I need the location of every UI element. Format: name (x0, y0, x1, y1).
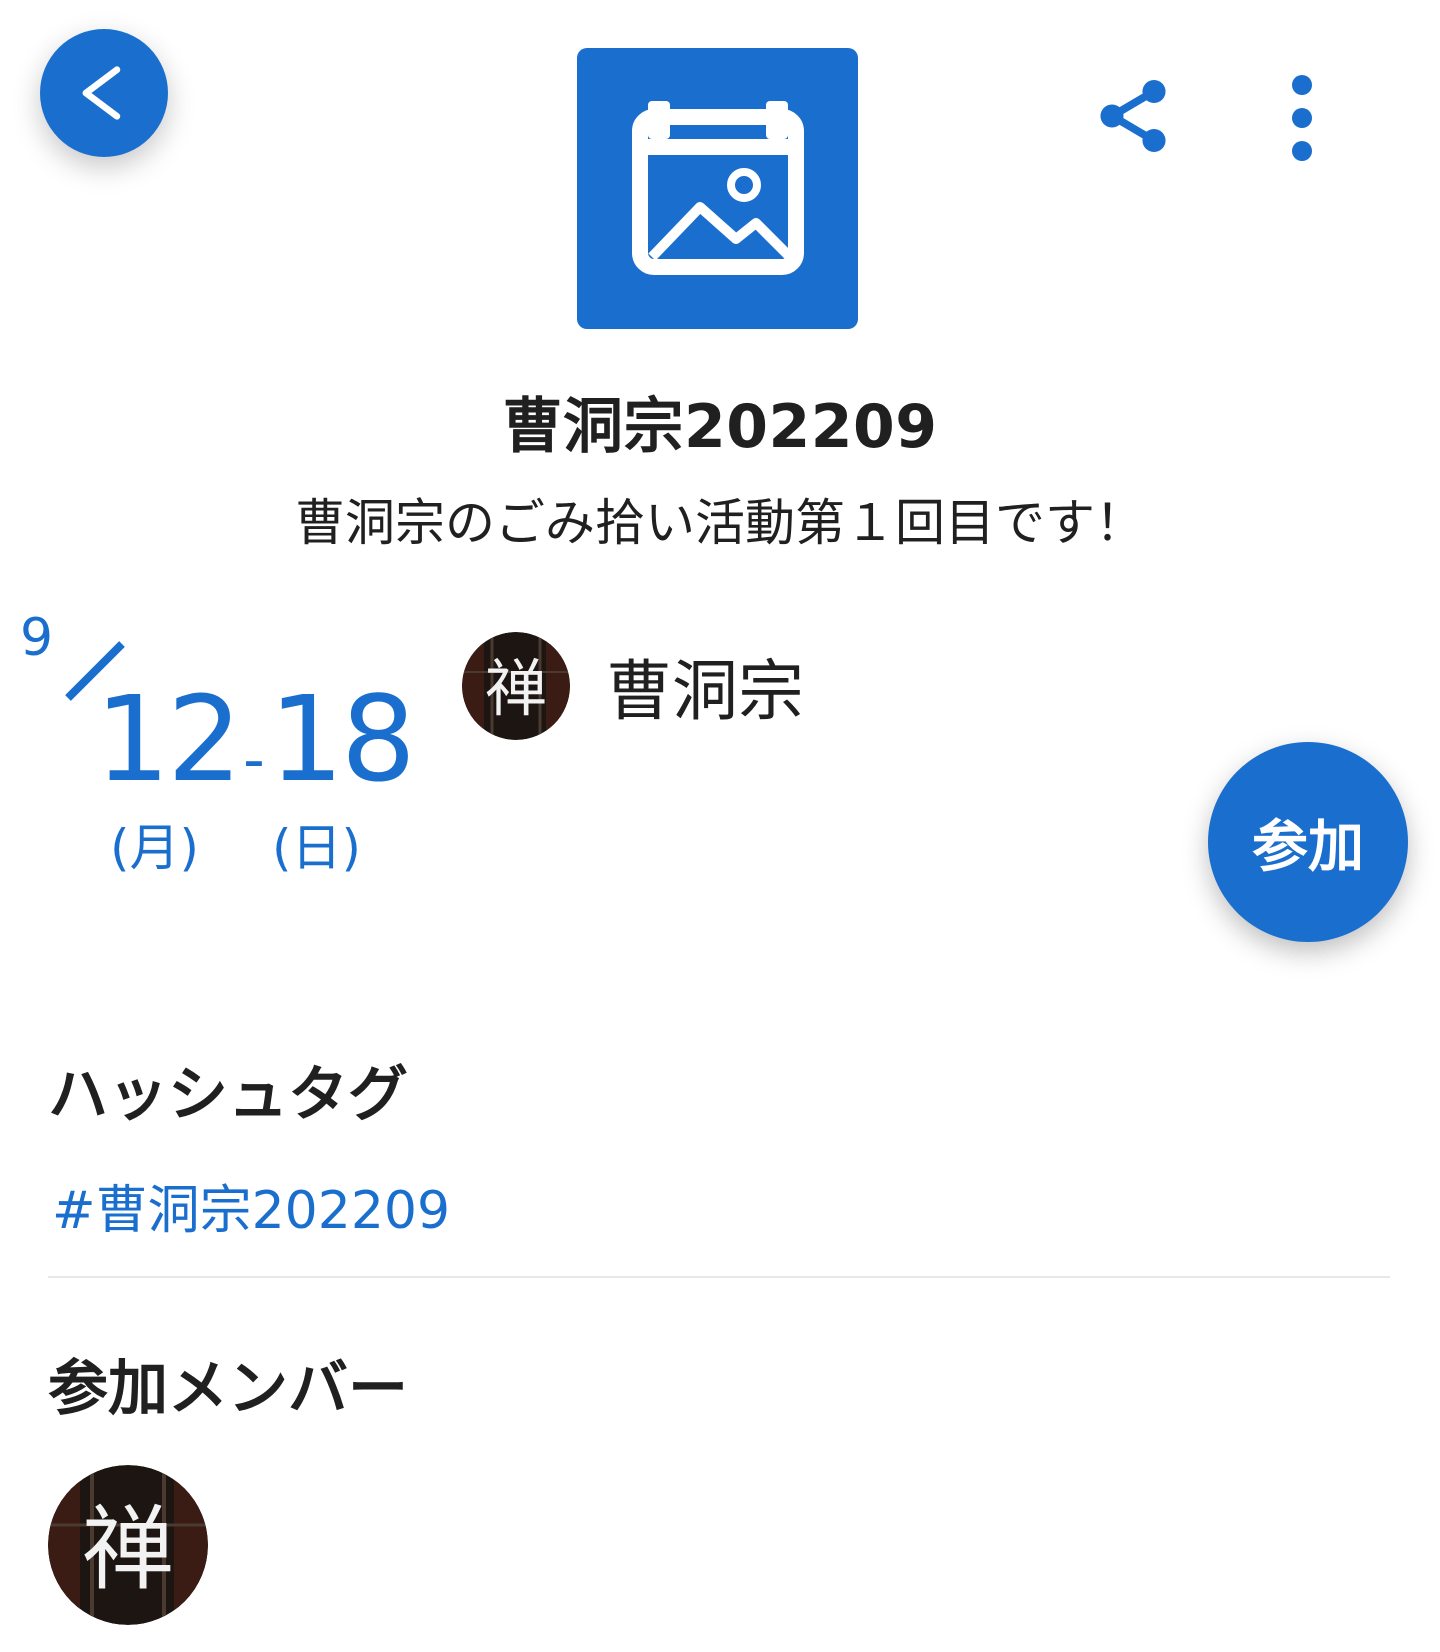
back-button[interactable] (40, 29, 168, 157)
calendar-image-icon (631, 100, 804, 275)
chevron-left-icon (82, 66, 121, 120)
share-button[interactable] (1085, 68, 1181, 164)
more-vertical-icon (1292, 75, 1312, 161)
share-icon (1100, 79, 1166, 153)
more-options-button[interactable] (1270, 68, 1334, 168)
date-end-day: 18 (268, 670, 416, 808)
event-image (577, 48, 858, 329)
join-button[interactable]: 参加 (1208, 742, 1408, 942)
event-title: 曹洞宗202209 (502, 392, 938, 462)
hashtag-heading: ハッシュタグ (48, 1060, 408, 1130)
date-start-weekday: (月) (110, 819, 200, 877)
date-end-weekday: (日) (272, 819, 362, 877)
section-divider (48, 1276, 1390, 1278)
date-month: 9 (20, 608, 54, 668)
date-separator: - (243, 725, 265, 795)
date-range: 12-18 (95, 680, 416, 798)
date-start-day: 12 (95, 670, 242, 808)
organizer-avatar-glyph: 禅 (485, 652, 547, 725)
hashtag-link[interactable]: #曹洞宗202209 (52, 1168, 450, 1243)
organizer[interactable]: 禅 曹洞宗 (462, 632, 804, 740)
members-heading: 参加メンバー (48, 1354, 408, 1424)
organizer-name: 曹洞宗 (606, 653, 804, 730)
member-avatar-glyph: 禅 (82, 1496, 174, 1603)
organizer-avatar: 禅 (462, 632, 570, 740)
event-detail-page: 曹洞宗202209 曹洞宗のごみ拾い活動第１回目です！ 9 12-18 (月) … (0, 0, 1440, 1652)
member-avatar[interactable]: 禅 (48, 1465, 208, 1625)
event-description: 曹洞宗のごみ拾い活動第１回目です！ (295, 494, 1145, 552)
